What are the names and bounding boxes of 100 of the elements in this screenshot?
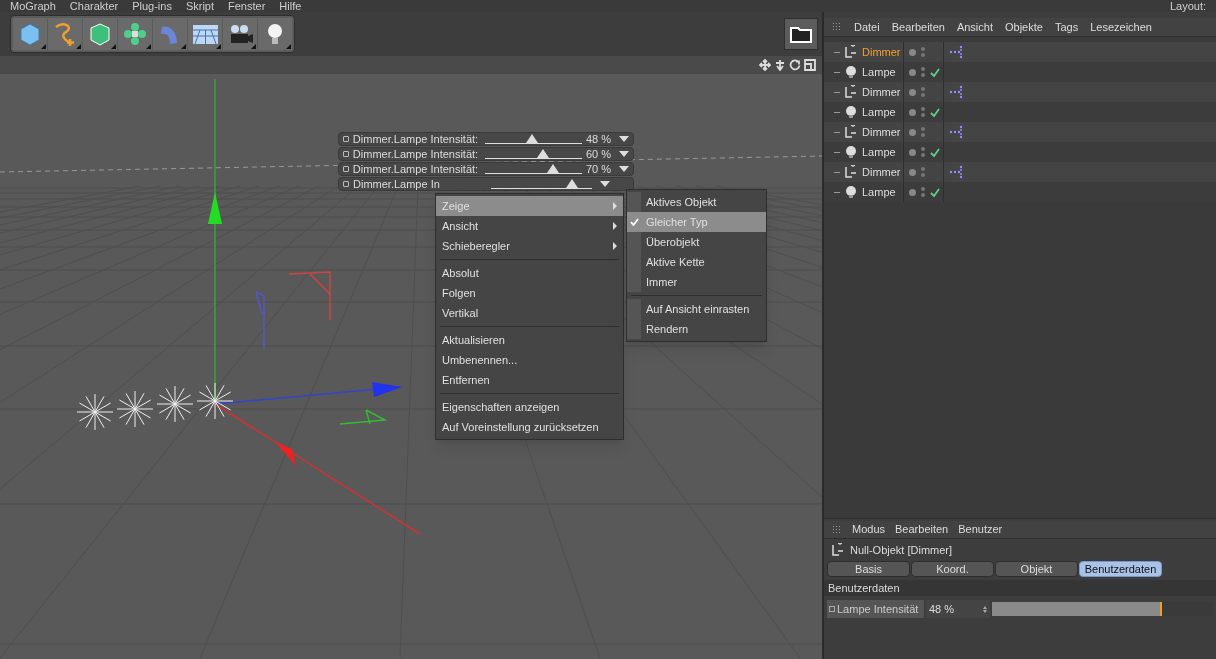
checkmark-icon xyxy=(629,218,639,226)
menu-item[interactable]: Rendern xyxy=(627,319,766,339)
menu-bar-item[interactable]: Charakter xyxy=(69,0,119,12)
menu-item[interactable]: Benutzer xyxy=(958,521,1003,538)
hud-handle-icon[interactable] xyxy=(343,166,349,172)
menu-item[interactable]: Ansicht xyxy=(956,18,993,36)
menu-item[interactable]: Schieberegler xyxy=(436,236,623,256)
editor-dots-icon[interactable] xyxy=(921,167,925,177)
hud-handle-icon[interactable] xyxy=(343,136,349,142)
layout-icon[interactable] xyxy=(804,59,816,71)
menu-item[interactable]: Ansicht xyxy=(436,216,623,236)
move-icon[interactable] xyxy=(759,59,771,71)
null-object-icon xyxy=(844,165,858,179)
checkmark-icon[interactable] xyxy=(930,187,940,197)
object-name: Lampe xyxy=(862,104,896,120)
object-name: Dimmer xyxy=(862,164,901,180)
menu-bar-item[interactable]: Fenster xyxy=(228,0,266,12)
tool-button[interactable] xyxy=(223,18,257,50)
menu-bar-item[interactable]: MoGraph xyxy=(10,0,56,12)
spinner-icon[interactable] xyxy=(983,605,987,613)
light-object-drawing xyxy=(116,390,154,428)
editor-dots-icon[interactable] xyxy=(921,127,925,137)
object-name: Dimmer xyxy=(862,124,901,140)
editor-dots-icon[interactable] xyxy=(921,47,925,57)
tab[interactable]: Objekt xyxy=(995,561,1078,577)
menu-item[interactable]: Aktive Kette xyxy=(627,252,766,272)
object-row[interactable]: Dimmer xyxy=(824,82,1216,102)
slider-reading: 70 % xyxy=(585,161,611,177)
null-object-icon xyxy=(844,125,858,139)
editor-dots-icon[interactable] xyxy=(921,147,925,157)
object-name: Lampe xyxy=(862,144,896,160)
tag-icon[interactable] xyxy=(949,45,963,59)
menu-item[interactable]: Auf Voreinstellung zurücksetzen xyxy=(436,417,623,437)
checkmark-icon[interactable] xyxy=(930,67,940,77)
arrow-down-icon[interactable] xyxy=(774,59,786,71)
null-object-icon xyxy=(831,543,845,557)
null-object-drawing xyxy=(288,271,331,321)
checkmark-icon[interactable] xyxy=(930,107,940,117)
viewport-canvas[interactable] xyxy=(0,74,822,659)
hud-label: Dimmer.Lampe In xyxy=(353,176,441,192)
null-object-icon xyxy=(844,85,858,99)
checkmark-icon[interactable] xyxy=(930,147,940,157)
submenu-arrow-icon xyxy=(613,242,617,250)
object-row[interactable]: Dimmer xyxy=(824,162,1216,182)
menu-item[interactable]: Objekte xyxy=(1005,18,1043,36)
tab[interactable]: Basis xyxy=(827,561,910,577)
menu-item[interactable]: Eigenschaften anzeigen xyxy=(436,397,623,417)
object-name: Dimmer xyxy=(862,44,901,60)
menu-item[interactable]: Auf Ansicht einrasten xyxy=(627,299,766,319)
menu-item[interactable]: Überobjekt xyxy=(627,232,766,252)
null-object-drawing xyxy=(339,409,388,425)
tab[interactable]: Koord. xyxy=(911,561,994,577)
lightbulb-icon xyxy=(844,105,858,119)
menu-item[interactable]: Immer xyxy=(627,272,766,292)
object-name: Lampe xyxy=(862,64,896,80)
object-row[interactable]: Dimmer xyxy=(824,122,1216,142)
null-object-icon xyxy=(844,45,858,59)
menu-item[interactable]: Aktualisieren xyxy=(436,330,623,350)
hud-handle-icon[interactable] xyxy=(343,151,349,157)
folder-button[interactable] xyxy=(784,18,818,50)
menu-item[interactable]: Datei xyxy=(854,18,880,36)
rotate-icon[interactable] xyxy=(789,59,801,71)
hud-label: Dimmer.Lampe Intensität: xyxy=(352,161,480,177)
object-title: Null-Objekt [Dimmer] xyxy=(850,542,953,558)
menu-bar-item[interactable]: Plug-ins xyxy=(132,0,172,12)
editor-dots-icon[interactable] xyxy=(921,107,925,117)
menu-item[interactable]: Bearbeiten xyxy=(895,521,949,538)
tag-icon[interactable] xyxy=(949,85,963,99)
menu-item[interactable]: Lesezeichen xyxy=(1090,18,1152,36)
menu-item[interactable]: Umbenennen... xyxy=(436,350,623,370)
tag-icon[interactable] xyxy=(949,125,963,139)
submenu-arrow-icon xyxy=(613,202,617,210)
lightbulb-icon xyxy=(844,145,858,159)
section-header: Benutzerdaten xyxy=(824,580,1216,596)
hud-label: Dimmer.Lampe Intensität: xyxy=(352,131,480,147)
menu-bar-item[interactable]: Hilfe xyxy=(279,0,302,12)
hud-handle-icon[interactable] xyxy=(343,181,349,187)
menu-item[interactable]: Vertikal xyxy=(436,303,623,323)
menu-bar-item[interactable]: Skript xyxy=(185,0,215,12)
lightbulb-icon xyxy=(844,185,858,199)
tag-icon[interactable] xyxy=(949,165,963,179)
menu-item[interactable]: Aktives Objekt xyxy=(627,192,766,212)
slider-reading: 48 % xyxy=(585,131,611,147)
menu-item[interactable]: Bearbeiten xyxy=(891,18,945,36)
menu-item[interactable]: Entfernen xyxy=(436,370,623,390)
lightbulb-icon xyxy=(844,65,858,79)
object-row[interactable]: Dimmer xyxy=(824,42,1216,62)
light-object-drawing xyxy=(156,385,194,423)
menu-item[interactable]: Folgen xyxy=(436,283,623,303)
menu-item[interactable]: Tags xyxy=(1054,18,1079,36)
menu-item[interactable]: Absolut xyxy=(436,263,623,283)
number-field[interactable]: 48 % xyxy=(926,600,990,618)
editor-dots-icon[interactable] xyxy=(921,187,925,197)
editor-dots-icon[interactable] xyxy=(921,67,925,77)
light-object-drawing xyxy=(196,382,234,420)
light-object-drawing xyxy=(76,393,114,431)
menu-item[interactable]: Modus xyxy=(852,521,886,538)
folder-icon xyxy=(790,25,812,43)
editor-dots-icon[interactable] xyxy=(921,87,925,97)
tab[interactable]: Benutzerdaten xyxy=(1079,561,1162,577)
